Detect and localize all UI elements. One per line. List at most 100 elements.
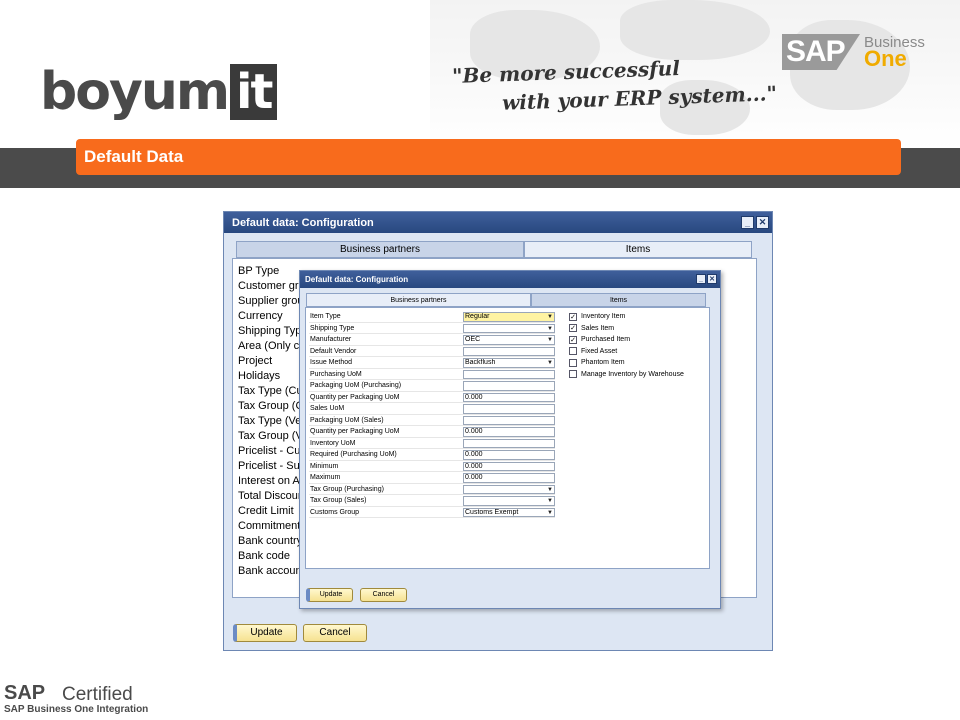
item-type-select[interactable]: Regular ▼ [463, 312, 555, 322]
field-label: Maximum [310, 474, 341, 481]
purchasing-uom-input[interactable] [463, 369, 555, 379]
manufacturer-select[interactable]: OEC ▼ [463, 335, 555, 345]
checkbox-label: Phantom Item [581, 359, 625, 366]
field-row: Purchasing UoM [309, 369, 555, 380]
packaging-uom-purchasing-input[interactable] [463, 381, 555, 391]
field-label: Issue Method [310, 359, 353, 366]
maximum-input[interactable]: 0.000 [463, 473, 555, 483]
dropdown-arrow-icon: ▼ [547, 325, 553, 332]
tab-business-partners[interactable]: Business partners [306, 293, 531, 307]
window-title: Default data: Configuration [232, 216, 374, 229]
dropdown-arrow-icon: ▼ [547, 509, 553, 516]
inventory-item-checkbox[interactable]: ✓ Inventory Item [569, 311, 625, 323]
bp-label: Credit Limit [238, 505, 294, 517]
inventory-uom-input[interactable] [463, 438, 555, 448]
field-row: Sales UoM [309, 403, 555, 415]
manage-inventory-checkbox[interactable]: Manage Inventory by Warehouse [569, 369, 690, 381]
tab-items[interactable]: Items [524, 241, 752, 258]
sap-one-text: One [864, 46, 907, 71]
fixed-asset-checkbox[interactable]: Fixed Asset [569, 346, 617, 358]
sales-item-checkbox[interactable]: ✓ Sales Item [569, 323, 614, 335]
customs-group-select[interactable]: Customs Exempt ▼ [463, 507, 555, 517]
update-button[interactable]: Update [306, 588, 353, 602]
cancel-button[interactable]: Cancel [303, 624, 367, 642]
default-vendor-input[interactable] [463, 346, 555, 356]
checkbox-label: Sales Item [581, 324, 615, 332]
packaging-uom-sales-input[interactable] [463, 415, 555, 425]
dropdown-arrow-icon: ▼ [547, 486, 553, 493]
field-label: Tax Group (Purchasing) [310, 485, 384, 493]
field-row: Inventory UoM [309, 438, 555, 449]
tab-business-partners[interactable]: Business partners [236, 241, 524, 258]
field-value: 0.000 [465, 474, 483, 481]
sap-certified-logo: SAP [4, 682, 46, 704]
bp-label: Commitment Limit [238, 520, 300, 532]
field-row: Item Type Regular ▼ [309, 311, 555, 323]
field-value: Customs Exempt [465, 508, 519, 516]
boyumit-logo: boyum it [40, 62, 278, 122]
checkbox-label: Fixed Asset [581, 347, 618, 355]
minimize-icon[interactable]: _ [741, 216, 754, 229]
certified-text: Certified [62, 684, 133, 705]
checkbox-unchecked-icon [569, 358, 577, 367]
dropdown-arrow-icon: ▼ [547, 337, 553, 343]
minimum-input[interactable]: 0.000 [463, 461, 555, 471]
qty-per-packaging-purchasing-input[interactable]: 0.000 [463, 392, 555, 402]
phantom-item-checkbox[interactable]: Phantom Item [569, 357, 625, 369]
field-label: Shipping Type [310, 324, 355, 332]
minimize-icon[interactable]: _ [696, 274, 706, 284]
field-value: 0.000 [465, 393, 483, 401]
window-title-bar: Default data: Configuration _ ✕ [224, 212, 772, 233]
bp-label: BP Type [238, 265, 280, 277]
close-icon[interactable]: ✕ [707, 274, 717, 284]
purchased-item-checkbox[interactable]: ✓ Purchased Item [569, 334, 630, 346]
bp-label: Supplier group [238, 295, 300, 307]
checkbox-label: Purchased Item [581, 336, 631, 343]
field-label: Customs Group [310, 508, 360, 516]
bp-label: Bank code [238, 550, 290, 562]
field-label: Default Vendor [310, 347, 357, 355]
field-value: Regular [465, 313, 490, 320]
integration-text: SAP Business One Integration [4, 704, 149, 715]
bp-label: Bank account [238, 565, 300, 577]
field-label: Required (Purchasing UoM) [310, 451, 397, 458]
tab-items[interactable]: Items [531, 293, 706, 307]
logo-text: boyum [40, 62, 230, 122]
field-row: Shipping Type ▼ [309, 323, 555, 334]
field-label: Minimum [310, 462, 339, 470]
map-shape [620, 0, 770, 60]
checkbox-unchecked-icon [569, 370, 577, 379]
field-value: OEC [465, 336, 481, 343]
bp-label: Tax Group (Customer) [238, 400, 300, 412]
bp-label: Pricelist - Customer [238, 445, 300, 457]
field-label: Manufacturer [310, 336, 352, 343]
cancel-button[interactable]: Cancel [360, 588, 407, 602]
field-value: Backflush [465, 359, 496, 366]
bp-label: Interest on Arrears [238, 475, 300, 487]
issue-method-select[interactable]: Backflush ▼ [463, 358, 555, 368]
sales-uom-input[interactable] [463, 404, 555, 414]
field-row: Default Vendor [309, 346, 555, 357]
bp-label: Total Discount [238, 490, 300, 502]
dropdown-arrow-icon: ▼ [547, 314, 553, 320]
field-row: Issue Method Backflush ▼ [309, 357, 555, 369]
field-value: 0.000 [465, 428, 483, 435]
field-label: Inventory UoM [310, 439, 356, 447]
field-row: Packaging UoM (Purchasing) [309, 380, 555, 392]
field-label: Packaging UoM (Sales) [310, 416, 384, 424]
bp-label: Tax Type (Vendor) [238, 415, 300, 427]
checkbox-checked-icon: ✓ [569, 335, 577, 344]
qty-per-packaging-sales-input[interactable]: 0.000 [463, 427, 555, 437]
tax-group-sales-select[interactable]: ▼ [463, 496, 555, 506]
field-label: Packaging UoM (Purchasing) [310, 382, 402, 389]
field-label: Item Type [310, 313, 341, 320]
bp-label: Project [238, 355, 273, 367]
slide-title: Default Data [76, 139, 901, 175]
update-button[interactable]: Update [233, 624, 297, 642]
close-icon[interactable]: ✕ [756, 216, 769, 229]
tax-group-purchasing-select[interactable]: ▼ [463, 484, 555, 494]
required-input[interactable]: 0.000 [463, 450, 555, 460]
shipping-type-select[interactable]: ▼ [463, 323, 555, 333]
bp-label: Tax Type (Customer) [238, 385, 300, 397]
field-row: Minimum 0.000 [309, 461, 555, 472]
